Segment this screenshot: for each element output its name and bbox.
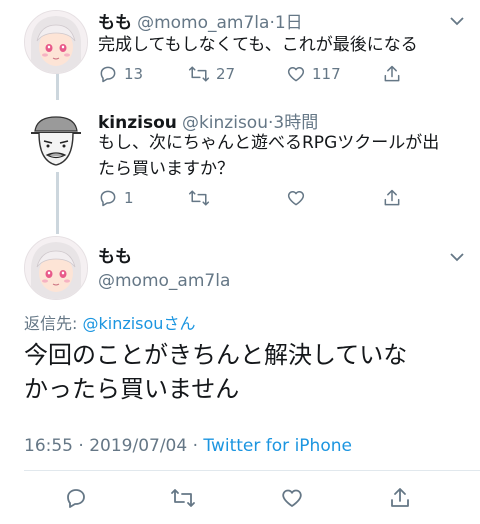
reply-button[interactable]: 1: [98, 188, 134, 208]
like-count: 117: [312, 65, 341, 83]
tweet-text: 完成してもしなくても、これが最後になる: [98, 35, 418, 55]
heart-icon: [286, 188, 306, 208]
display-name[interactable]: もも: [98, 13, 132, 33]
chevron-down-icon[interactable]: [448, 12, 466, 30]
reply-icon: [64, 486, 88, 510]
share-button[interactable]: [382, 188, 402, 208]
reply-count: 1: [124, 189, 134, 207]
retweet-icon: [188, 64, 210, 84]
share-icon: [382, 64, 402, 84]
retweet-button[interactable]: 27: [188, 64, 235, 84]
avatar-momo-main[interactable]: [24, 236, 88, 300]
avatar-kinzisou[interactable]: [24, 108, 88, 172]
heart-icon: [286, 64, 306, 84]
share-button[interactable]: [388, 486, 412, 510]
like-button[interactable]: [286, 188, 306, 208]
user-handle[interactable]: @momo_am7la: [98, 271, 230, 291]
timestamp[interactable]: ·1日: [269, 13, 302, 33]
retweet-icon: [170, 486, 196, 510]
reply-to-label: 返信先:: [24, 314, 83, 333]
chevron-down-icon[interactable]: [448, 248, 466, 266]
main-tweet-text: 今回のことがきちんと解決していな かったら買いません: [24, 338, 407, 406]
reply-icon: [98, 64, 118, 84]
thread-line-1: [56, 72, 59, 100]
reply-button[interactable]: 13: [98, 64, 143, 84]
reply-to: 返信先: @kinzisouさん: [24, 310, 195, 334]
share-icon: [382, 188, 402, 208]
tweet-client[interactable]: Twitter for iPhone: [203, 436, 352, 456]
like-button[interactable]: 117: [286, 64, 341, 84]
user-handle[interactable]: @momo_am7la: [137, 13, 269, 33]
reply-count: 13: [124, 65, 144, 83]
tweet-text: もし、次にちゃんと遊べるRPGツクールが出 たら買いますか？: [98, 130, 439, 182]
share-button[interactable]: [382, 64, 402, 84]
share-icon: [388, 486, 412, 510]
thread-line-2: [56, 172, 59, 234]
retweet-button[interactable]: [170, 486, 196, 510]
tweet-datetime: 16:55 · 2019/07/04 ·: [24, 436, 204, 456]
tweet-meta: 16:55 · 2019/07/04 · Twitter for iPhone: [24, 436, 352, 456]
reply-button[interactable]: [64, 486, 88, 510]
tweet-header: もも @momo_am7la·1日: [98, 8, 303, 33]
reply-to-handle[interactable]: @kinzisouさん: [82, 314, 195, 333]
divider: [24, 470, 480, 471]
tweet-text-line: もし、次にちゃんと遊べるRPGツクールが出: [98, 133, 440, 153]
main-tweet-author: もも @momo_am7la: [98, 242, 230, 291]
avatar-momo[interactable]: [24, 10, 88, 74]
like-button[interactable]: [280, 486, 304, 510]
heart-icon: [280, 486, 304, 510]
retweet-button[interactable]: [188, 188, 210, 208]
retweet-icon: [188, 188, 210, 208]
main-tweet-text-line: かったら買いません: [24, 375, 240, 403]
display-name[interactable]: もも: [98, 242, 230, 267]
tweet-text-line: たら買いますか？: [98, 159, 234, 179]
retweet-count: 27: [216, 65, 236, 83]
reply-icon: [98, 188, 118, 208]
main-tweet-text-line: 今回のことがきちんと解決していな: [24, 341, 408, 369]
